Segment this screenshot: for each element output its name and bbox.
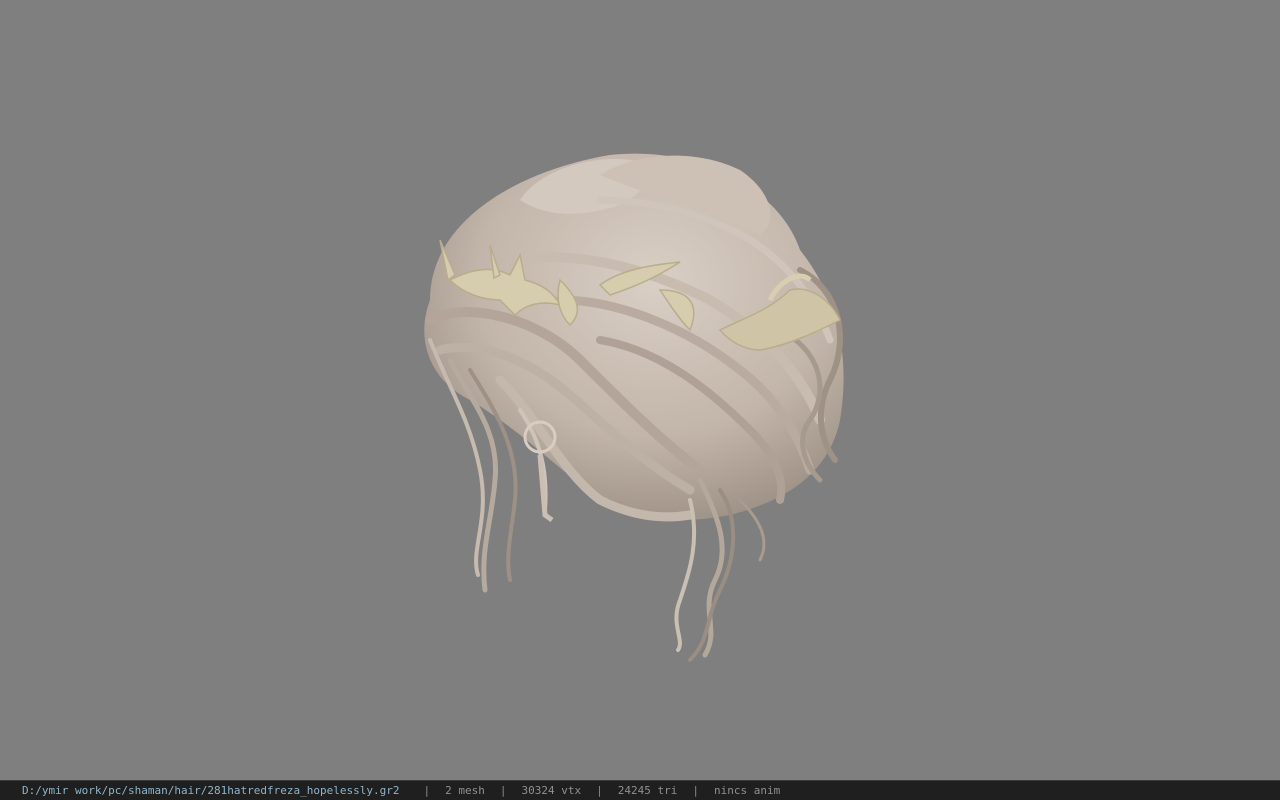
status-bar: D:/ymir work/pc/shaman/hair/281hatredfre…	[0, 780, 1280, 800]
separator: |	[596, 784, 603, 797]
animation-status-label: nincs anim	[713, 784, 781, 797]
separator: |	[423, 784, 431, 797]
3d-viewport[interactable]	[0, 0, 1280, 780]
triangle-count-label: 24245 tri	[617, 784, 678, 797]
separator: |	[692, 784, 699, 797]
vertex-count-label: 30324 vtx	[521, 784, 582, 797]
file-path-label: D:/ymir work/pc/shaman/hair/281hatredfre…	[22, 784, 400, 797]
hair-model-render	[424, 153, 844, 662]
mesh-count-label: 2 mesh	[445, 784, 485, 797]
separator: |	[499, 784, 507, 797]
